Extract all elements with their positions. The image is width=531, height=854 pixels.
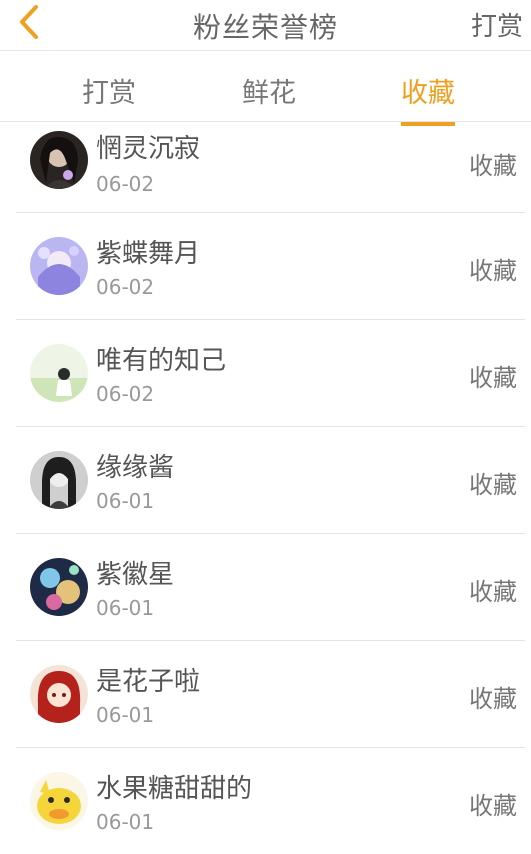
fan-date: 06-02 [96,172,155,196]
fan-action-label: 收藏 [469,257,517,285]
tab-reward[interactable]: 打赏 [82,71,136,122]
fan-list: 惘灵沉寂 06-02 收藏 紫蝶舞月 06-02 收藏 唯有的知己 06-02 … [0,122,531,854]
list-item[interactable]: 惘灵沉寂 06-02 收藏 [16,122,525,213]
fan-name: 惘灵沉寂 [96,134,201,164]
fan-date: 06-02 [96,275,155,299]
fan-action-label: 收藏 [469,152,517,180]
avatar [30,665,88,723]
tab-flowers[interactable]: 鲜花 [242,71,296,122]
fan-date: 06-01 [96,596,155,620]
fan-date: 06-02 [96,382,155,406]
fan-action-label: 收藏 [469,685,517,713]
page-title: 粉丝荣誉榜 [192,11,338,44]
avatar [30,237,88,295]
fan-date: 06-01 [96,810,155,834]
list-item[interactable]: 水果糖甜甜的 06-01 收藏 [16,748,525,854]
list-item[interactable]: 紫徽星 06-01 收藏 [16,534,525,641]
avatar [30,451,88,509]
avatar [30,558,88,616]
fan-name: 是花子啦 [96,667,201,697]
list-item[interactable]: 唯有的知己 06-02 收藏 [16,320,525,427]
fan-name: 紫蝶舞月 [96,239,201,269]
fan-action-label: 收藏 [469,578,517,606]
fan-action-label: 收藏 [469,471,517,499]
top-bar: 粉丝荣誉榜 打赏 [0,0,531,51]
tab-favorites[interactable]: 收藏 [401,71,455,126]
list-item[interactable]: 是花子啦 06-01 收藏 [16,641,525,748]
list-item[interactable]: 紫蝶舞月 06-02 收藏 [16,213,525,320]
fan-date: 06-01 [96,489,155,513]
fan-date: 06-01 [96,703,155,727]
fan-name: 唯有的知己 [96,346,227,376]
fan-name: 紫徽星 [96,560,175,590]
avatar [30,772,88,830]
reward-button[interactable]: 打赏 [471,6,523,43]
fan-name: 水果糖甜甜的 [96,774,253,804]
avatar [30,344,88,402]
fan-action-label: 收藏 [469,792,517,820]
list-item[interactable]: 缘缘酱 06-01 收藏 [16,427,525,534]
tab-bar: 打赏 鲜花 收藏 [0,51,531,126]
avatar [30,131,88,189]
fan-action-label: 收藏 [469,364,517,392]
fan-name: 缘缘酱 [96,453,175,483]
